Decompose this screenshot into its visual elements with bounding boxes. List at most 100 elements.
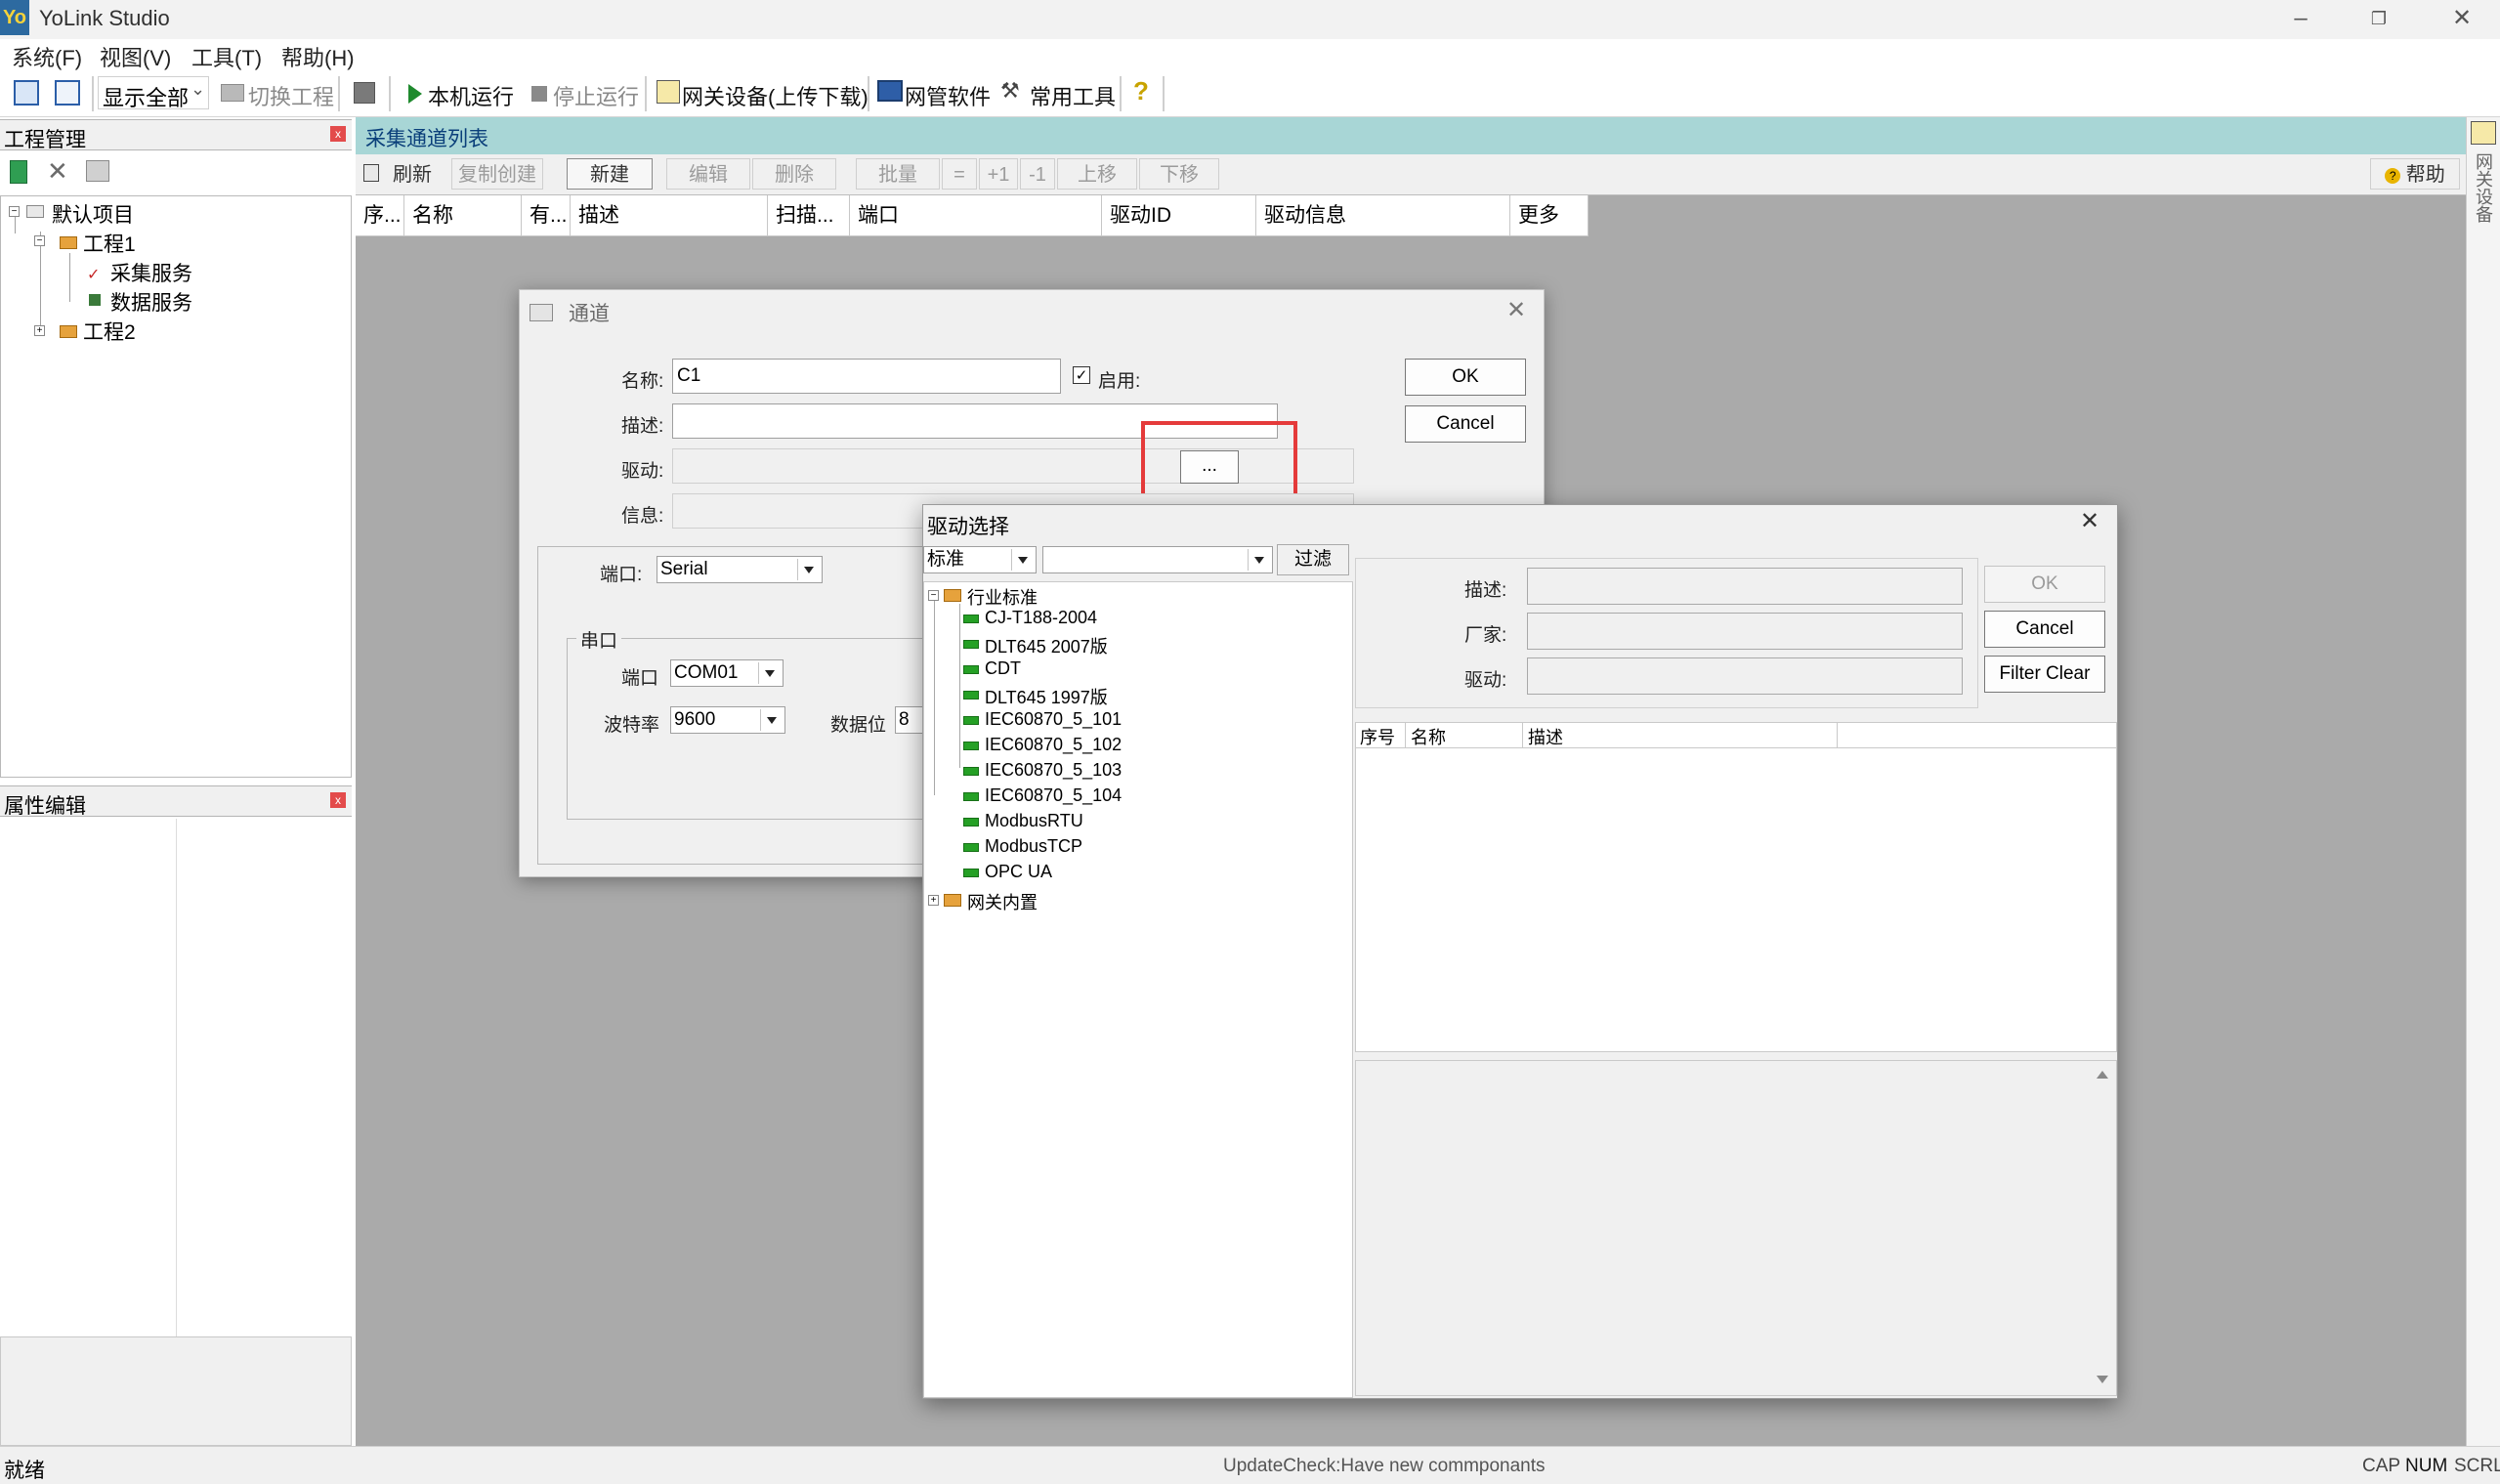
driver-item[interactable]: DLT645 2007版: [985, 633, 1108, 658]
driver-item[interactable]: DLT645 1997版: [985, 684, 1108, 709]
column-header-more[interactable]: 更多: [1510, 195, 1589, 236]
driver-item[interactable]: IEC60870_5_104: [985, 785, 1122, 806]
scrollbar[interactable]: [2089, 1061, 2116, 1395]
layout-panel-icon[interactable]: [14, 80, 39, 106]
driver-dialog-close-button[interactable]: ✕: [2080, 507, 2099, 535]
tree-item-default-project[interactable]: 默认项目: [52, 199, 134, 229]
expand-toggle-icon[interactable]: +: [928, 895, 939, 906]
save-icon[interactable]: [354, 82, 375, 104]
property-panel-close-button[interactable]: x: [330, 792, 346, 808]
help-button[interactable]: ? 帮助: [2370, 158, 2460, 190]
enable-checkbox[interactable]: ✓: [1073, 366, 1090, 384]
driver-item[interactable]: IEC60870_5_101: [985, 709, 1122, 730]
column-header-name[interactable]: 名称: [404, 195, 522, 236]
batch-button[interactable]: 批量: [856, 158, 940, 190]
delete-icon[interactable]: ✕: [47, 156, 68, 187]
new-button[interactable]: 新建: [567, 158, 653, 190]
driver-item[interactable]: IEC60870_5_103: [985, 760, 1122, 781]
tree-item-data-service[interactable]: 数据服务: [110, 287, 192, 317]
toolbar-separator: [1163, 76, 1165, 111]
driver-ok-button[interactable]: OK: [1984, 566, 2105, 603]
column-header-driver-id[interactable]: 驱动ID: [1102, 195, 1256, 236]
port-type-select[interactable]: Serial: [657, 556, 823, 583]
chevron-down-icon: [1248, 549, 1270, 571]
column-header-description[interactable]: 描述: [571, 195, 768, 236]
view-combo[interactable]: 显示全部 ⌄: [98, 76, 209, 110]
move-up-button[interactable]: 上移: [1057, 158, 1137, 190]
highlight-box: [1141, 421, 1297, 501]
help-question-icon[interactable]: ?: [1133, 76, 1149, 106]
move-down-button[interactable]: 下移: [1139, 158, 1219, 190]
collapse-toggle-icon[interactable]: −: [928, 590, 939, 601]
column-header-index[interactable]: 序...: [356, 195, 404, 236]
driver-category-select[interactable]: 标准: [923, 546, 1037, 573]
column-header-enabled[interactable]: 有...: [522, 195, 571, 236]
driver-item[interactable]: ModbusRTU: [985, 811, 1083, 831]
menu-tools[interactable]: 工具(T): [191, 41, 262, 72]
column-header-port[interactable]: 端口: [850, 195, 1102, 236]
tree-line: [934, 600, 935, 795]
tree-item-project1[interactable]: 工程1: [83, 229, 136, 258]
filter-button[interactable]: 过滤: [1277, 544, 1349, 575]
project-panel-close-button[interactable]: x: [330, 126, 346, 142]
refresh-button[interactable]: 刷新: [383, 158, 442, 190]
scroll-down-icon[interactable]: [2097, 1376, 2108, 1383]
menu-view[interactable]: 视图(V): [100, 41, 171, 72]
tree-group-industry-standard[interactable]: 行业标准: [967, 584, 1038, 610]
tree-item-collect-service[interactable]: 采集服务: [110, 258, 192, 287]
column-header-description[interactable]: 描述: [1528, 724, 1563, 749]
restore-button[interactable]: ❐: [2359, 4, 2398, 33]
close-window-button[interactable]: ✕: [2442, 4, 2481, 33]
gateway-device-icon[interactable]: [2471, 121, 2496, 145]
driver-tree: − 行业标准 CJ-T188-2004 DLT645 2007版 CDT DLT…: [923, 581, 1353, 1398]
driver-cancel-button[interactable]: Cancel: [1984, 611, 2105, 648]
delete-button[interactable]: 删除: [752, 158, 836, 190]
column-header-index[interactable]: 序号: [1360, 724, 1395, 749]
stop-run-button[interactable]: 停止运行: [553, 80, 639, 111]
plus-one-button[interactable]: +1: [979, 158, 1018, 190]
column-header-name[interactable]: 名称: [1411, 724, 1446, 749]
collapse-toggle-icon[interactable]: −: [9, 206, 20, 217]
name-input[interactable]: C1: [672, 359, 1061, 394]
baud-select[interactable]: 9600: [670, 706, 785, 734]
driver-icon: [963, 615, 979, 623]
net-software-button[interactable]: 网管软件: [905, 80, 991, 111]
switch-project-button[interactable]: 切换工程: [248, 80, 334, 111]
channel-ok-button[interactable]: OK: [1405, 359, 1526, 396]
menu-system[interactable]: 系统(F): [12, 41, 82, 72]
filter-clear-button[interactable]: Filter Clear: [1984, 656, 2105, 693]
equal-button[interactable]: =: [942, 158, 977, 190]
column-header-scan[interactable]: 扫描...: [768, 195, 850, 236]
gateway-device-tab[interactable]: 网关设备: [2474, 152, 2494, 223]
driver-item[interactable]: CDT: [985, 658, 1021, 679]
scroll-up-icon[interactable]: [2097, 1071, 2108, 1079]
folder-icon: [944, 589, 961, 602]
properties-icon[interactable]: [86, 160, 109, 182]
driver-filter-input[interactable]: [1042, 546, 1273, 573]
switch-project-icon: [221, 84, 244, 102]
run-local-button[interactable]: 本机运行: [428, 80, 514, 111]
copy-create-button[interactable]: 复制创建: [451, 158, 543, 190]
serial-port-select[interactable]: COM01: [670, 659, 784, 687]
tree-group-gateway-builtin[interactable]: 网关内置: [967, 889, 1038, 914]
expand-toggle-icon[interactable]: +: [34, 325, 45, 336]
edit-button[interactable]: 编辑: [666, 158, 750, 190]
driver-item[interactable]: ModbusTCP: [985, 836, 1082, 857]
driver-item[interactable]: CJ-T188-2004: [985, 608, 1097, 628]
driver-detail-box[interactable]: [1355, 1060, 2117, 1396]
tree-item-project2[interactable]: 工程2: [83, 317, 136, 346]
driver-item[interactable]: OPC UA: [985, 862, 1052, 882]
channel-dialog-close-button[interactable]: ✕: [1506, 296, 1526, 324]
column-header-driver-info[interactable]: 驱动信息: [1256, 195, 1510, 236]
channel-cancel-button[interactable]: Cancel: [1405, 405, 1526, 443]
new-project-icon[interactable]: [10, 160, 27, 184]
common-tools-button[interactable]: 常用工具: [1030, 80, 1116, 111]
minimize-button[interactable]: –: [2281, 4, 2320, 33]
minus-one-button[interactable]: -1: [1020, 158, 1055, 190]
collapse-toggle-icon[interactable]: −: [34, 235, 45, 246]
driver-item[interactable]: IEC60870_5_102: [985, 735, 1122, 755]
layout-grid-icon[interactable]: [55, 80, 80, 106]
gateway-device-button[interactable]: 网关设备(上传下载): [682, 80, 869, 111]
tools-icon: ⚒: [1000, 78, 1020, 103]
menu-help[interactable]: 帮助(H): [281, 41, 355, 72]
